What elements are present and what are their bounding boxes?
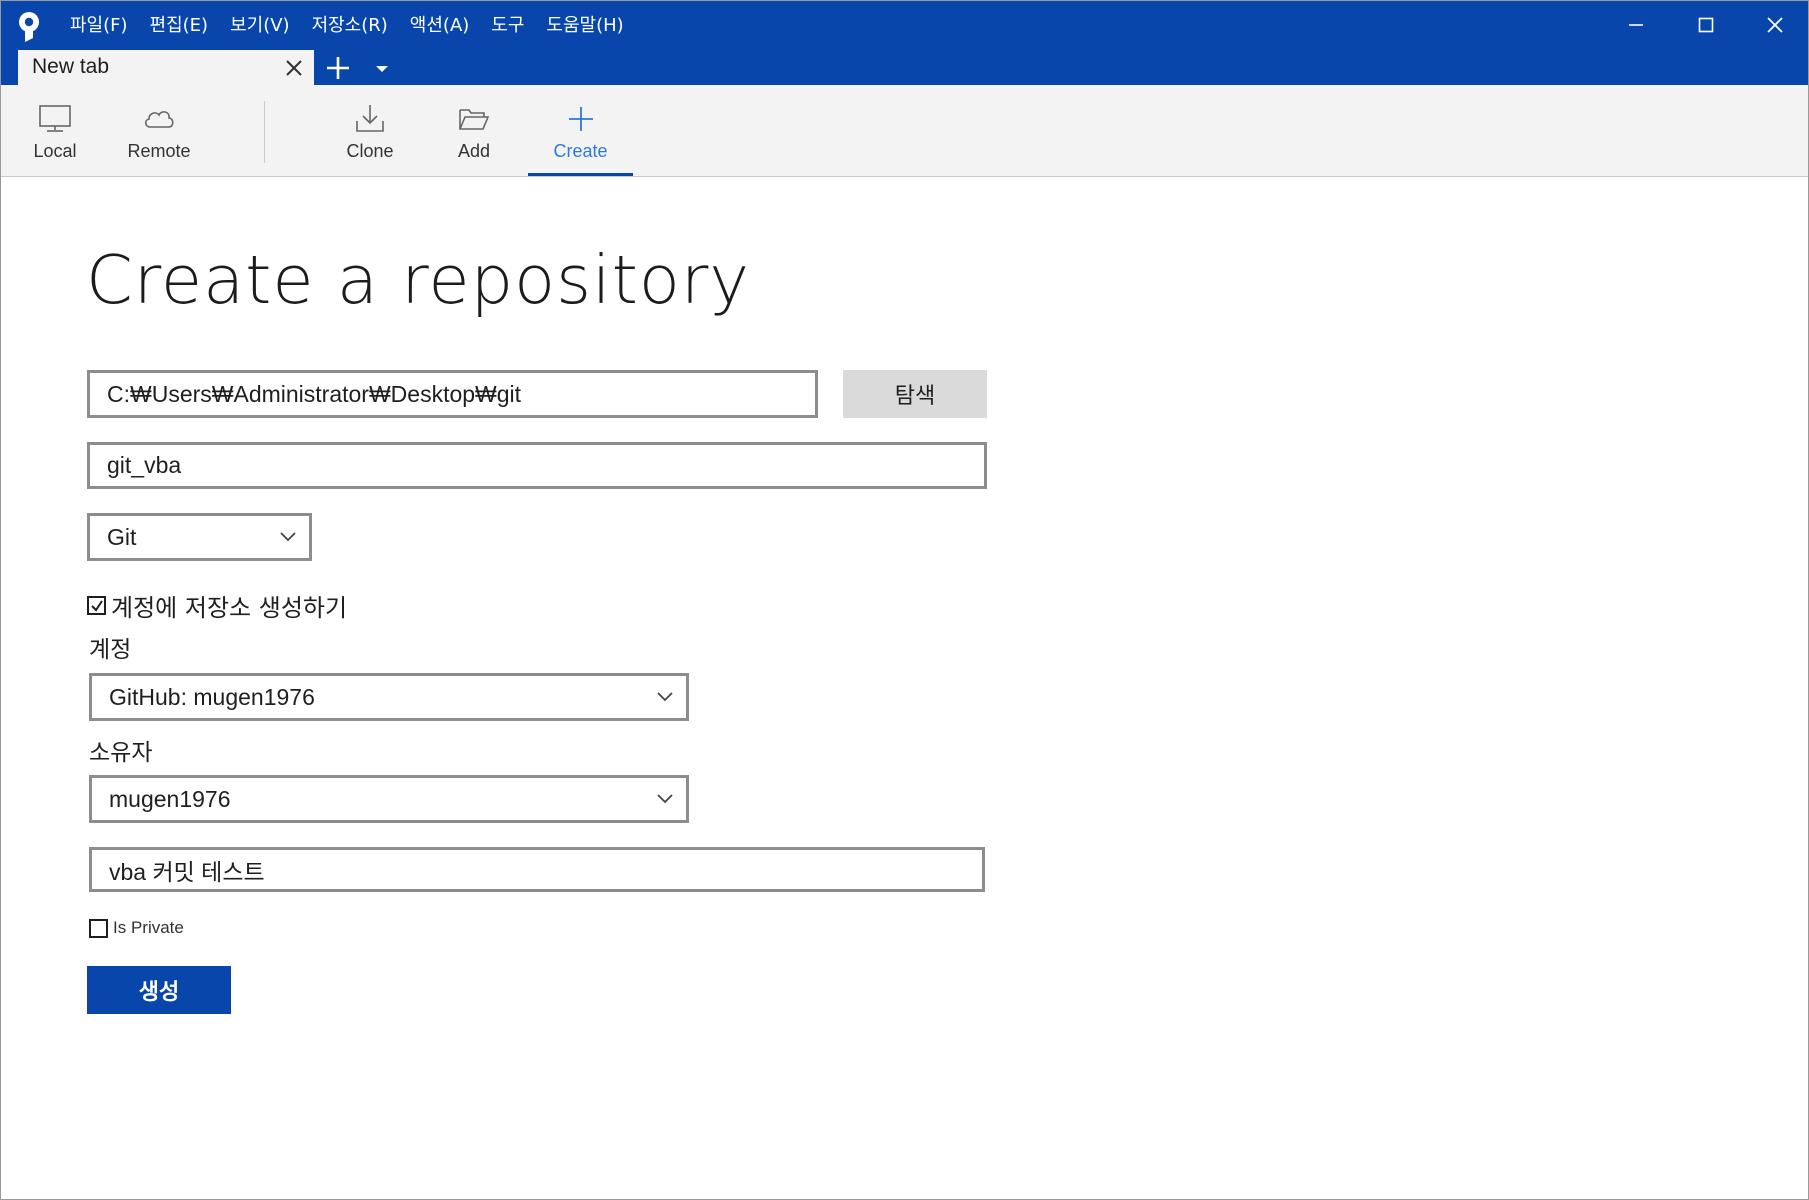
menu-view[interactable]: 보기(V) (219, 14, 300, 38)
is-private-checkbox-row[interactable]: Is Private (89, 918, 184, 938)
page-title: Create a repository (86, 241, 751, 319)
chevron-down-icon (657, 794, 673, 804)
tab-list-chevron-down-icon[interactable] (372, 59, 392, 79)
toolbar-remote-label: Remote (127, 141, 191, 161)
new-tab-plus-icon[interactable] (324, 54, 352, 82)
toolbar-create-label: Create (553, 141, 608, 161)
description-input[interactable]: vba 커밋 테스트 (89, 847, 985, 892)
minimize-button[interactable] (1607, 7, 1665, 43)
tab-close-icon[interactable] (284, 58, 304, 78)
chevron-down-icon (657, 692, 673, 702)
browse-button[interactable]: 탐색 (843, 370, 987, 418)
checkmark-icon (90, 599, 103, 612)
download-icon (356, 105, 384, 132)
account-label: 계정 (89, 637, 132, 663)
create-remote-checkbox[interactable] (87, 596, 106, 615)
account-value: GitHub: mugen1976 (109, 683, 315, 710)
menu-help[interactable]: 도움말(H) (535, 14, 634, 38)
owner-select[interactable]: mugen1976 (89, 775, 689, 823)
menu-repository[interactable]: 저장소(R) (301, 14, 399, 38)
toolbar: Local Remote Clone Add Create (1, 85, 1808, 177)
is-private-checkbox[interactable] (89, 918, 108, 938)
tab-new[interactable]: New tab (18, 50, 314, 85)
toolbar-remote-button[interactable]: Remote (119, 85, 199, 177)
close-window-button[interactable] (1746, 7, 1804, 43)
toolbar-clone-button[interactable]: Clone (335, 85, 405, 177)
minimize-icon (1629, 24, 1643, 26)
description-value: vba 커밋 테스트 (109, 858, 265, 885)
app-window: 파일(F) 편집(E) 보기(V) 저장소(R) 액션(A) 도구 도움말(H)… (0, 0, 1809, 1200)
is-private-label: Is Private (113, 918, 184, 937)
repository-path-value: C:₩Users₩Administrator₩Desktop₩git (107, 380, 522, 407)
chevron-down-icon (280, 532, 296, 542)
sourcetree-logo-icon[interactable] (15, 10, 45, 44)
owner-value: mugen1976 (109, 785, 231, 812)
create-remote-label: 계정에 저장소 생성하기 (111, 594, 348, 622)
repository-name-value: git_vba (107, 452, 182, 478)
active-tab-indicator (528, 173, 633, 176)
vcs-type-value: Git (107, 523, 137, 550)
toolbar-local-label: Local (33, 141, 77, 161)
account-select[interactable]: GitHub: mugen1976 (89, 673, 689, 721)
cloud-icon (144, 111, 174, 128)
toolbar-separator (264, 101, 265, 163)
create-button[interactable]: 생성 (87, 966, 231, 1014)
plus-icon (568, 107, 593, 131)
create-remote-checkbox-row[interactable]: 계정에 저장소 생성하기 (87, 588, 347, 623)
close-icon (1767, 17, 1783, 33)
monitor-icon (39, 105, 71, 132)
menu-tools[interactable]: 도구 (480, 14, 535, 38)
owner-label: 소유자 (89, 740, 153, 766)
menu-bar: 파일(F) 편집(E) 보기(V) 저장소(R) 액션(A) 도구 도움말(H) (59, 14, 635, 38)
toolbar-local-button[interactable]: Local (21, 85, 89, 177)
maximize-button[interactable] (1677, 7, 1735, 43)
menu-file[interactable]: 파일(F) (59, 14, 139, 38)
folder-open-icon (459, 109, 490, 130)
repository-name-input[interactable]: git_vba (87, 442, 987, 489)
toolbar-add-button[interactable]: Add (439, 85, 509, 177)
toolbar-create-button[interactable]: Create (528, 85, 633, 177)
title-bar: 파일(F) 편집(E) 보기(V) 저장소(R) 액션(A) 도구 도움말(H)… (1, 1, 1808, 85)
vcs-type-select[interactable]: Git (87, 513, 312, 561)
repository-path-input[interactable]: C:₩Users₩Administrator₩Desktop₩git (87, 370, 818, 418)
maximize-icon (1698, 17, 1714, 33)
tab-label: New tab (32, 55, 110, 78)
toolbar-clone-label: Clone (346, 141, 394, 161)
menu-edit[interactable]: 편집(E) (139, 14, 220, 38)
toolbar-add-label: Add (457, 141, 491, 161)
menu-actions[interactable]: 액션(A) (399, 14, 480, 38)
